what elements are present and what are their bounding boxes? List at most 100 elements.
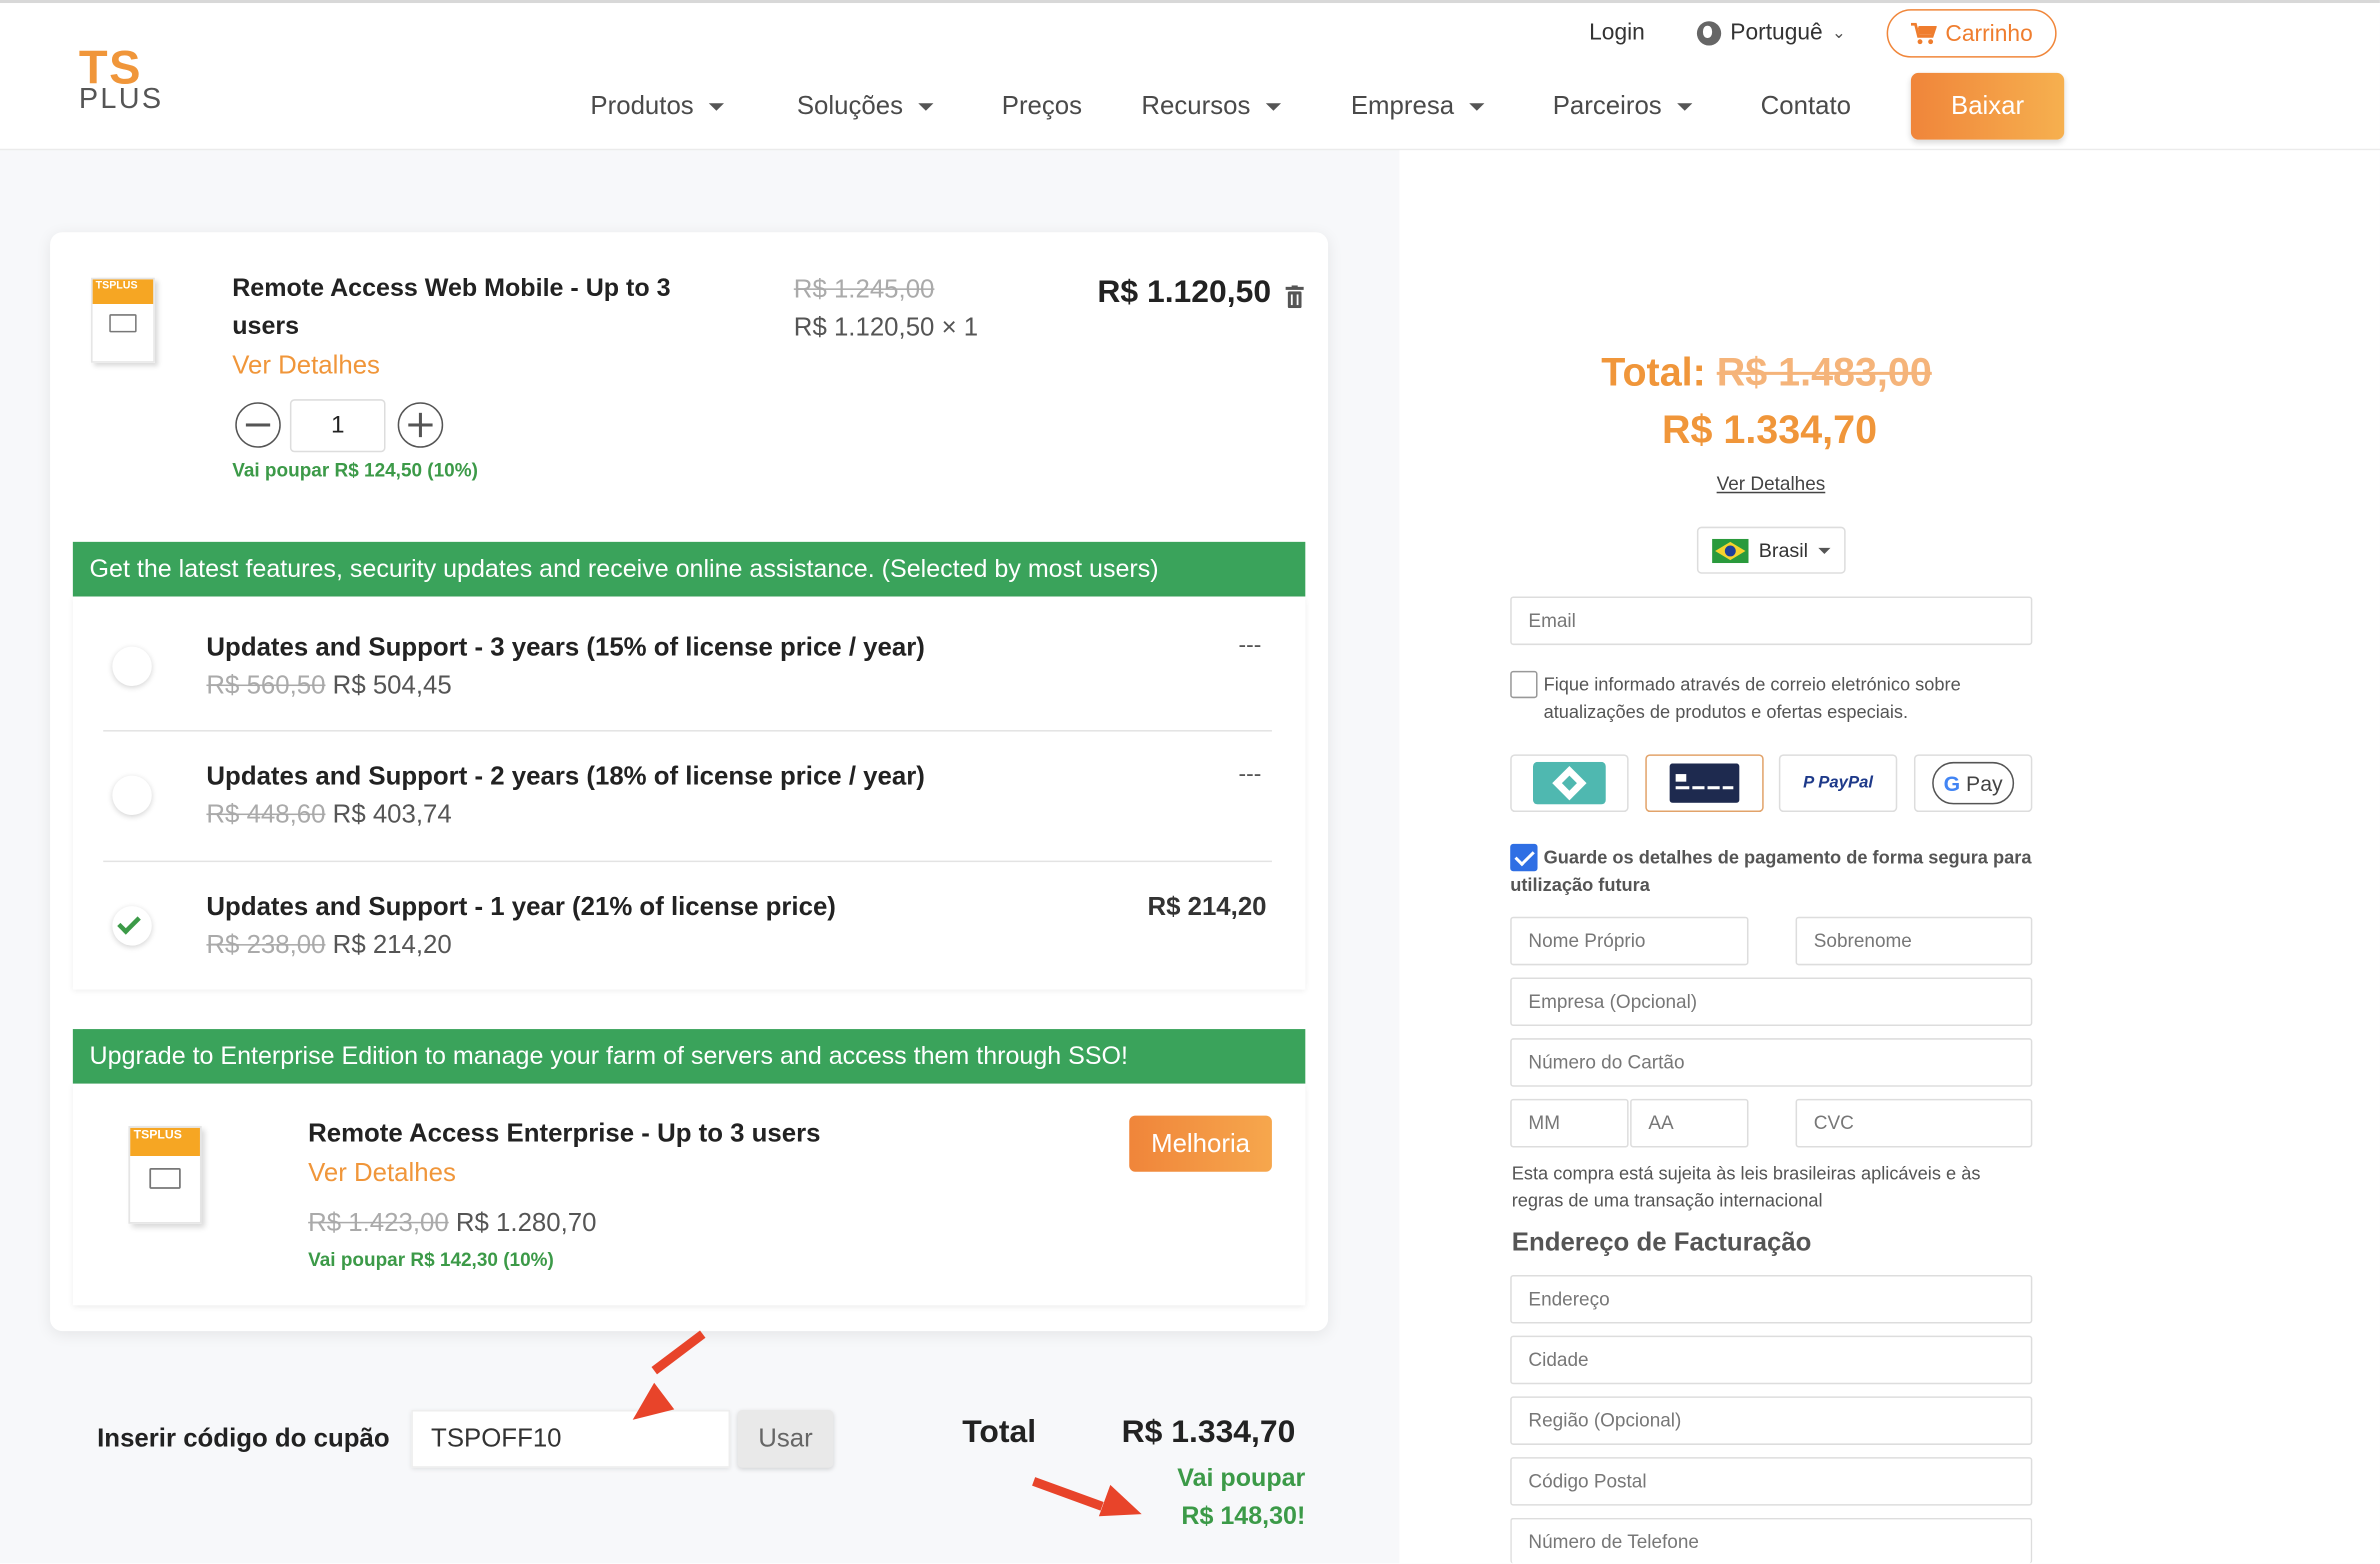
product-details-link[interactable]: Ver Detalhes [232,351,380,381]
product-title: Remote Access Web Mobile - Up to 3 users [232,274,671,340]
country-label: Brasil [1758,538,1809,562]
legal-text: Esta compra está sujeita às leis brasile… [1511,1162,1981,1212]
support-1y-radio[interactable] [112,906,152,946]
caret-down-icon [1469,102,1485,111]
support-3y-radio[interactable] [112,646,152,687]
pix-icon [1532,761,1606,805]
cvc-field[interactable]: CVC [1795,1098,2033,1148]
support-1y-price: R$ 238,00 R$ 214,20 [206,930,452,960]
nav-solucoes[interactable]: Soluções [797,91,934,121]
download-button[interactable]: Baixar [1910,72,2065,140]
newsletter-checkbox[interactable] [1510,670,1538,699]
city-field[interactable]: Cidade [1510,1335,2033,1385]
support-1y-right: R$ 214,20 [1147,892,1267,922]
support-3y-right: --- [1238,632,1262,659]
payment-paypal[interactable]: P PayPal [1778,754,1898,813]
newsletter-text: Fique informado através de correio eletr… [1543,673,1961,723]
divider [103,860,1272,863]
plus-icon [408,412,433,438]
support-3y-price: R$ 560,50 R$ 504,45 [206,670,452,700]
nav-precos[interactable]: Preços [1002,91,1082,121]
upgrade-button[interactable]: Melhoria [1129,1115,1272,1172]
minus-icon [245,423,271,427]
cart-icon [1910,22,1937,44]
nav-produtos[interactable]: Produtos [590,91,725,121]
logo-plus: PLUS [78,83,164,116]
postal-code-field[interactable]: Código Postal [1510,1457,2033,1506]
summary-details-link[interactable]: Ver Detalhes [1717,474,1826,495]
save-payment-text: Guarde os detalhes de pagamento de forma… [1510,846,2032,896]
language-selector[interactable]: Portuguê ⌄ [1696,19,1846,46]
upgrade-banner: Upgrade to Enterprise Edition to manage … [72,1029,1306,1084]
checkmark-icon [117,911,141,935]
language-label: Portuguê [1730,19,1823,46]
upgrade-panel [72,1083,1306,1306]
payment-card[interactable] [1645,754,1764,813]
country-select[interactable]: Brasil [1696,526,1846,574]
caret-down-icon [1265,102,1281,111]
cart-button[interactable]: Carrinho [1886,9,2057,58]
decrement-button[interactable] [235,402,281,448]
divider [103,730,1272,732]
phone-field[interactable]: Número de Telefone [1510,1517,2033,1564]
tsplus-logo[interactable]: TS PLUS [78,44,173,116]
card-number-field[interactable]: Número do Cartão [1510,1038,2033,1087]
total-savings: Vai poupar R$ 148,30! [1177,1464,1306,1530]
cart-label: Carrinho [1945,20,2033,47]
globe-icon [1696,20,1722,45]
company-field[interactable]: Empresa (Opcional) [1510,977,2033,1027]
paypal-icon: P PayPal [1803,774,1874,793]
caret-down-icon [1818,547,1831,554]
product-box-image: TSPLUS [85,269,158,366]
payment-pix[interactable] [1510,754,1629,813]
payment-gpay[interactable]: G Pay [1913,754,2033,813]
gpay-icon: G Pay [1932,761,2015,805]
first-name-field[interactable]: Nome Próprio [1510,916,1749,966]
product-line-total: R$ 1.120,50 [1097,274,1272,310]
nav-parceiros[interactable]: Parceiros [1553,91,1693,121]
support-banner: Get the latest features, security update… [72,541,1306,597]
expiry-month-field[interactable]: MM [1510,1098,1629,1148]
nav-contato[interactable]: Contato [1761,91,1851,121]
apply-coupon-button[interactable]: Usar [737,1410,834,1468]
product-old-price: R$ 1.245,00 [793,274,935,304]
trash-icon[interactable] [1285,285,1304,309]
support-1y-title[interactable]: Updates and Support - 1 year (21% of lic… [206,892,835,922]
total-label: Total [962,1414,1037,1450]
upgrade-title: Remote Access Enterprise - Up to 3 users [308,1118,821,1148]
total-value: R$ 1.334,70 [1121,1414,1296,1450]
upgrade-details-link[interactable]: Ver Detalhes [308,1158,456,1188]
caret-down-icon [1676,102,1693,111]
site-header: TS PLUS Login Portuguê ⌄ Carrinho Produt… [0,0,2380,151]
summary-total: Total: R$ 1.483,00 [1601,349,1932,395]
increment-button[interactable] [397,402,444,448]
support-2y-title[interactable]: Updates and Support - 2 years (18% of li… [206,762,924,792]
product-unit-price: R$ 1.120,50 × 1 [793,312,979,342]
product-savings: Vai poupar R$ 124,50 (10%) [232,459,478,482]
caret-down-icon [918,102,934,111]
support-3y-title[interactable]: Updates and Support - 3 years (15% of li… [206,633,924,663]
support-2y-price: R$ 448,60 R$ 403,74 [206,799,452,829]
billing-heading: Endereço de Facturação [1511,1227,1812,1257]
quantity-input[interactable]: 1 [289,399,386,453]
coupon-input[interactable]: TSPOFF10 [411,1410,731,1468]
email-field[interactable]: Email [1510,596,2033,646]
upgrade-price: R$ 1.423,00 R$ 1.280,70 [308,1208,597,1238]
upgrade-savings: Vai poupar R$ 142,30 (10%) [308,1249,554,1271]
expiry-year-field[interactable]: AA [1630,1098,1749,1148]
nav-recursos[interactable]: Recursos [1141,91,1281,121]
last-name-field[interactable]: Sobrenome [1795,916,2033,966]
login-link[interactable]: Login [1589,20,1645,46]
support-2y-radio[interactable] [112,775,152,816]
nav-empresa[interactable]: Empresa [1351,91,1485,121]
region-field[interactable]: Região (Opcional) [1510,1396,2033,1445]
page: TS PLUS Login Portuguê ⌄ Carrinho Produt… [0,0,2380,1564]
summary-new-total: R$ 1.334,70 [1661,406,1878,453]
address-field[interactable]: Endereço [1510,1274,2033,1324]
chevron-down-icon: ⌄ [1831,24,1846,43]
credit-card-icon [1669,763,1740,803]
brazil-flag-icon [1711,538,1749,563]
coupon-label: Inserir código do cupão [97,1423,390,1453]
enterprise-box-image: TSPLUS [121,1116,222,1252]
support-2y-right: --- [1238,761,1262,788]
